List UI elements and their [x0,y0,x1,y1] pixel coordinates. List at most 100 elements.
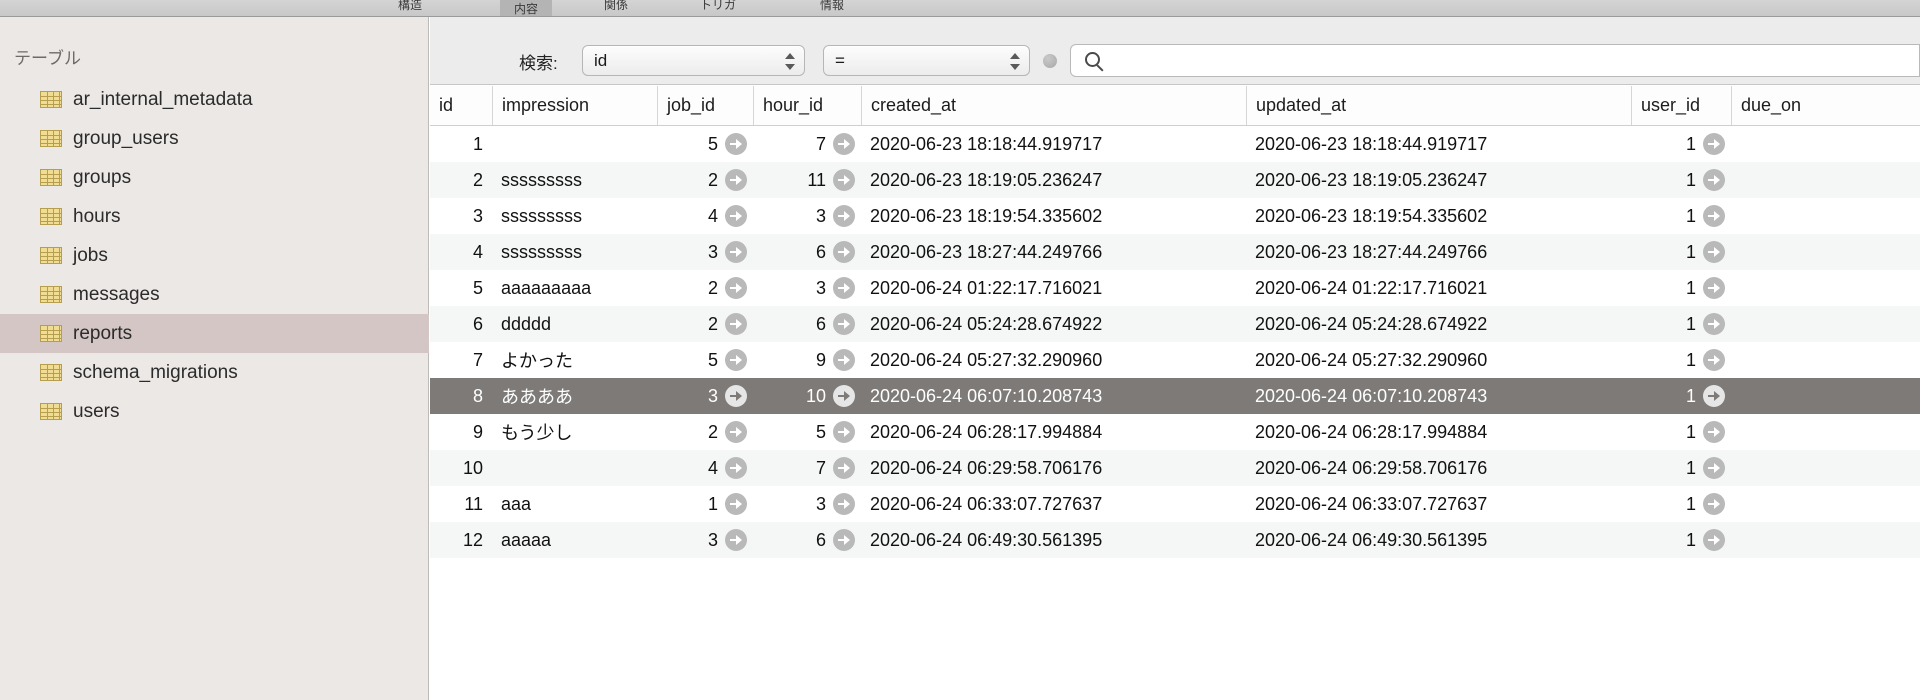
cell-user_id[interactable]: 1 [1631,450,1731,486]
cell-hour_id[interactable]: 7 [753,450,861,486]
foreign-key-arrow-icon[interactable] [833,493,855,515]
cell-due_on[interactable] [1731,414,1920,450]
foreign-key-arrow-icon[interactable] [1703,349,1725,371]
cell-due_on[interactable] [1731,234,1920,270]
cell-id[interactable]: 9 [430,414,492,450]
cell-hour_id[interactable]: 6 [753,522,861,558]
cell-job_id[interactable]: 5 [657,342,753,378]
table-row[interactable]: 1 5 7 2020-06-23 18:18:44.919717 2020-06-23 … [430,126,1920,162]
foreign-key-arrow-icon[interactable] [1703,169,1725,191]
cell-created_at[interactable]: 2020-06-24 06:07:10.208743 [861,378,1246,414]
cell-hour_id[interactable]: 9 [753,342,861,378]
foreign-key-arrow-icon[interactable] [1703,529,1725,551]
cell-user_id[interactable]: 1 [1631,522,1731,558]
cell-hour_id[interactable]: 3 [753,486,861,522]
cell-updated_at[interactable]: 2020-06-24 06:29:58.706176 [1246,450,1631,486]
table-row[interactable]: 12 aaaaa 3 6 2020-06-24 06:49:30.561395 2020-… [430,522,1920,558]
foreign-key-arrow-icon[interactable] [1703,241,1725,263]
cell-updated_at[interactable]: 2020-06-23 18:19:54.335602 [1246,198,1631,234]
cell-updated_at[interactable]: 2020-06-24 05:24:28.674922 [1246,306,1631,342]
cell-id[interactable]: 4 [430,234,492,270]
cell-hour_id[interactable]: 3 [753,270,861,306]
foreign-key-arrow-icon[interactable] [725,349,747,371]
cell-user_id[interactable]: 1 [1631,126,1731,162]
foreign-key-arrow-icon[interactable] [725,421,747,443]
cell-hour_id[interactable]: 11 [753,162,861,198]
cell-updated_at[interactable]: 2020-06-23 18:27:44.249766 [1246,234,1631,270]
cell-due_on[interactable] [1731,126,1920,162]
cell-job_id[interactable]: 3 [657,522,753,558]
cell-impression[interactable]: sssssssss [492,198,657,234]
column-header-user_id[interactable]: user_id [1631,86,1731,125]
table-row[interactable]: 9 もう少し 2 5 2020-06-24 06:28:17.994884 2020-06… [430,414,1920,450]
cell-updated_at[interactable]: 2020-06-24 06:33:07.727637 [1246,486,1631,522]
table-row[interactable]: 6 ddddd 2 6 2020-06-24 05:24:28.674922 2020-0… [430,306,1920,342]
foreign-key-arrow-icon[interactable] [833,241,855,263]
foreign-key-arrow-icon[interactable] [725,313,747,335]
search-field-select[interactable]: id [582,45,805,76]
foreign-key-arrow-icon[interactable] [1703,133,1725,155]
cell-id[interactable]: 8 [430,378,492,414]
cell-created_at[interactable]: 2020-06-23 18:19:54.335602 [861,198,1246,234]
cell-updated_at[interactable]: 2020-06-24 06:07:10.208743 [1246,378,1631,414]
cell-hour_id[interactable]: 5 [753,414,861,450]
cell-id[interactable]: 5 [430,270,492,306]
cell-due_on[interactable] [1731,450,1920,486]
cell-impression[interactable] [492,450,657,486]
cell-updated_at[interactable]: 2020-06-24 06:28:17.994884 [1246,414,1631,450]
cell-updated_at[interactable]: 2020-06-24 01:22:17.716021 [1246,270,1631,306]
foreign-key-arrow-icon[interactable] [833,529,855,551]
cell-id[interactable]: 7 [430,342,492,378]
cell-job_id[interactable]: 3 [657,234,753,270]
column-header-hour_id[interactable]: hour_id [753,86,861,125]
cell-created_at[interactable]: 2020-06-23 18:27:44.249766 [861,234,1246,270]
foreign-key-arrow-icon[interactable] [833,169,855,191]
cell-impression[interactable] [492,126,657,162]
cell-impression[interactable]: もう少し [492,414,657,450]
column-header-impression[interactable]: impression [492,86,657,125]
sidebar-item-schema_migrations[interactable]: schema_migrations [0,353,429,392]
cell-job_id[interactable]: 5 [657,126,753,162]
cell-updated_at[interactable]: 2020-06-24 06:49:30.561395 [1246,522,1631,558]
cell-job_id[interactable]: 2 [657,162,753,198]
cell-impression[interactable]: aaa [492,486,657,522]
cell-job_id[interactable]: 4 [657,198,753,234]
cell-hour_id[interactable]: 7 [753,126,861,162]
cell-id[interactable]: 6 [430,306,492,342]
foreign-key-arrow-icon[interactable] [1703,421,1725,443]
sidebar-item-groups[interactable]: groups [0,158,429,197]
column-header-due_on[interactable]: due_on [1731,86,1920,125]
foreign-key-arrow-icon[interactable] [833,133,855,155]
cell-impression[interactable]: sssssssss [492,234,657,270]
search-operator-select[interactable]: = [823,45,1030,76]
cell-due_on[interactable] [1731,306,1920,342]
table-row[interactable]: 8 ああああ 3 10 2020-06-24 06:07:10.208743 2020-0… [430,378,1920,414]
cell-created_at[interactable]: 2020-06-24 06:49:30.561395 [861,522,1246,558]
column-header-created_at[interactable]: created_at [861,86,1246,125]
cell-job_id[interactable]: 2 [657,414,753,450]
sidebar-item-reports[interactable]: reports [0,314,429,353]
cell-impression[interactable]: aaaaaaaaa [492,270,657,306]
foreign-key-arrow-icon[interactable] [725,241,747,263]
cell-updated_at[interactable]: 2020-06-24 05:27:32.290960 [1246,342,1631,378]
foreign-key-arrow-icon[interactable] [725,277,747,299]
table-row[interactable]: 10 4 7 2020-06-24 06:29:58.706176 2020-06-24… [430,450,1920,486]
foreign-key-arrow-icon[interactable] [833,457,855,479]
cell-due_on[interactable] [1731,198,1920,234]
foreign-key-arrow-icon[interactable] [1703,493,1725,515]
cell-job_id[interactable]: 2 [657,270,753,306]
cell-due_on[interactable] [1731,486,1920,522]
sidebar-item-messages[interactable]: messages [0,275,429,314]
toolbar-tab-1[interactable]: 内容 [500,0,553,16]
cell-id[interactable]: 11 [430,486,492,522]
cell-created_at[interactable]: 2020-06-23 18:19:05.236247 [861,162,1246,198]
record-dot-icon[interactable] [1043,54,1057,68]
cell-hour_id[interactable]: 10 [753,378,861,414]
cell-created_at[interactable]: 2020-06-24 06:28:17.994884 [861,414,1246,450]
cell-id[interactable]: 3 [430,198,492,234]
table-row[interactable]: 5 aaaaaaaaa 2 3 2020-06-24 01:22:17.716021 20… [430,270,1920,306]
cell-created_at[interactable]: 2020-06-24 06:33:07.727637 [861,486,1246,522]
cell-impression[interactable]: ddddd [492,306,657,342]
foreign-key-arrow-icon[interactable] [833,349,855,371]
sidebar-item-users[interactable]: users [0,392,429,431]
